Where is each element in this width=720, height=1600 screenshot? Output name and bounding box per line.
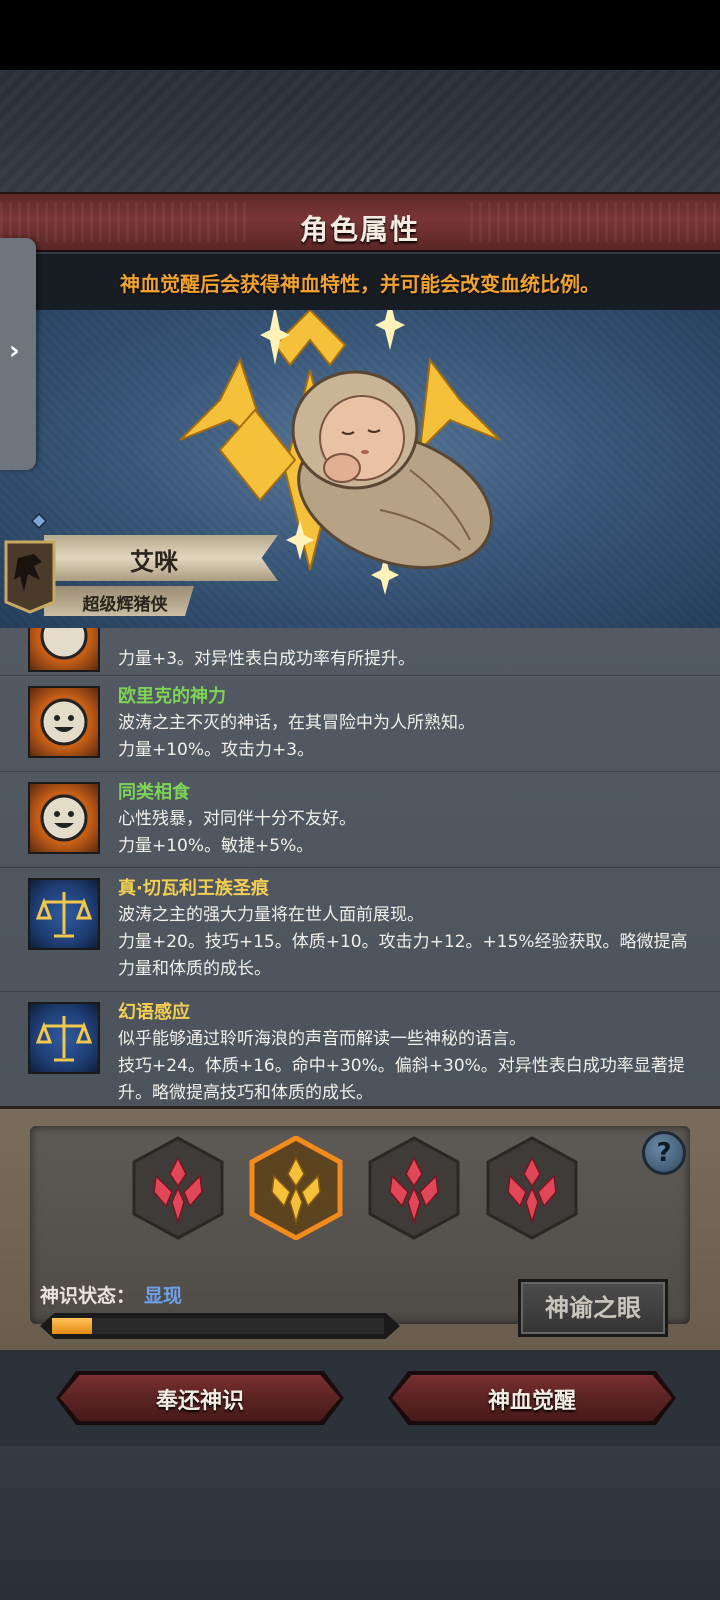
trait-name: 真·切瓦利王族圣痕 (118, 878, 269, 899)
dragon-crest-icon (4, 540, 56, 614)
page-subtitle: 神血觉醒后会获得神血特性，并可能会改变血统比例。 (120, 272, 600, 296)
status-value: 显现 (144, 1285, 183, 1307)
side-drawer-tab[interactable]: › (0, 238, 36, 470)
progress-fill (52, 1318, 92, 1334)
trait-name: 幻语感应 (118, 1002, 190, 1023)
character-name: 艾咪 (130, 548, 178, 576)
subtitle-strip: 神血觉醒后会获得神血特性，并可能会改变血统比例。 (0, 254, 720, 310)
chevron-right-icon: › (9, 336, 20, 366)
character-class: 超级辉猪侠 (82, 595, 168, 615)
title-bar: 角色属性 (0, 192, 720, 252)
balance-scale-icon (28, 878, 100, 950)
screen: 角色属性 神血觉醒后会获得神血特性，并可能会改变血统比例。 › 艾咪 超级辉猪侠… (0, 0, 720, 1600)
top-background (0, 70, 720, 195)
rune-slot-2[interactable] (248, 1136, 344, 1240)
trait-description: 波涛之主不灭的神话，在其冒险中为人所熟知。 (118, 713, 475, 733)
character-portrait-area (0, 310, 720, 630)
trait-item: 幻语感应 似乎能够通过聆听海浪的声音而解读一些神秘的语言。 技巧+24。体质+1… (0, 992, 720, 1106)
trait-item: 同类相食 心性残暴，对同伴十分不友好。 力量+10%。敏捷+5%。 (0, 772, 720, 868)
status-label: 神识状态： (40, 1285, 136, 1307)
balance-scale-icon (28, 1002, 100, 1074)
trait-name: 欧里克的神力 (118, 686, 226, 707)
trait-description: 似乎能够通过聆听海浪的声音而解读一些神秘的语言。 (118, 1029, 526, 1049)
trait-name: 同类相食 (118, 782, 190, 803)
progress-track (52, 1318, 384, 1334)
rune-slot-4[interactable] (484, 1136, 580, 1240)
help-button[interactable]: ? (642, 1131, 686, 1175)
rune-slot-1[interactable] (130, 1136, 226, 1240)
trait-item: 真·切瓦利王族圣痕 波涛之主的强大力量将在世人面前展现。 力量+20。技巧+15… (0, 868, 720, 992)
rune-slot-3[interactable] (366, 1136, 462, 1240)
awaken-button-label: 神血觉醒 (487, 1389, 576, 1414)
trait-list[interactable]: 力量+3。对异性表白成功率有所提升。 欧里克的神力 波涛之主不灭的神话，在其冒险… (0, 628, 720, 1106)
smiley-face-icon (28, 686, 100, 758)
return-divine-sense-button[interactable]: 奉还神识 (56, 1371, 344, 1425)
smiley-face-icon (28, 628, 100, 672)
trait-effects: 力量+3。对异性表白成功率有所提升。 (118, 649, 416, 669)
divine-blood-awaken-button[interactable]: 神血觉醒 (388, 1371, 676, 1425)
trait-effects: 力量+20。技巧+15。体质+10。攻击力+12。+15%经验获取。略微提高力量… (118, 932, 688, 979)
return-button-label: 奉还神识 (155, 1389, 244, 1414)
trait-effects: 技巧+24。体质+16。命中+30%。偏斜+30%。对异性表白成功率显著提升。略… (118, 1056, 685, 1103)
trait-effects: 力量+10%。攻击力+3。 (118, 740, 315, 760)
trait-effects: 力量+10%。敏捷+5%。 (118, 836, 314, 856)
page-title: 角色属性 (299, 213, 420, 246)
trait-description: 波涛之主的强大力量将在世人面前展现。 (118, 905, 424, 925)
smiley-face-icon (28, 782, 100, 854)
trait-item: 欧里克的神力 波涛之主不灭的神话，在其冒险中为人所熟知。 力量+10%。攻击力+… (0, 676, 720, 772)
diamond-icon (31, 513, 47, 529)
oracle-eye-button[interactable]: 神谕之眼 (518, 1279, 668, 1337)
trait-description: 心性残暴，对同伴十分不友好。 (118, 809, 356, 829)
trait-item: 力量+3。对异性表白成功率有所提升。 (0, 628, 720, 676)
